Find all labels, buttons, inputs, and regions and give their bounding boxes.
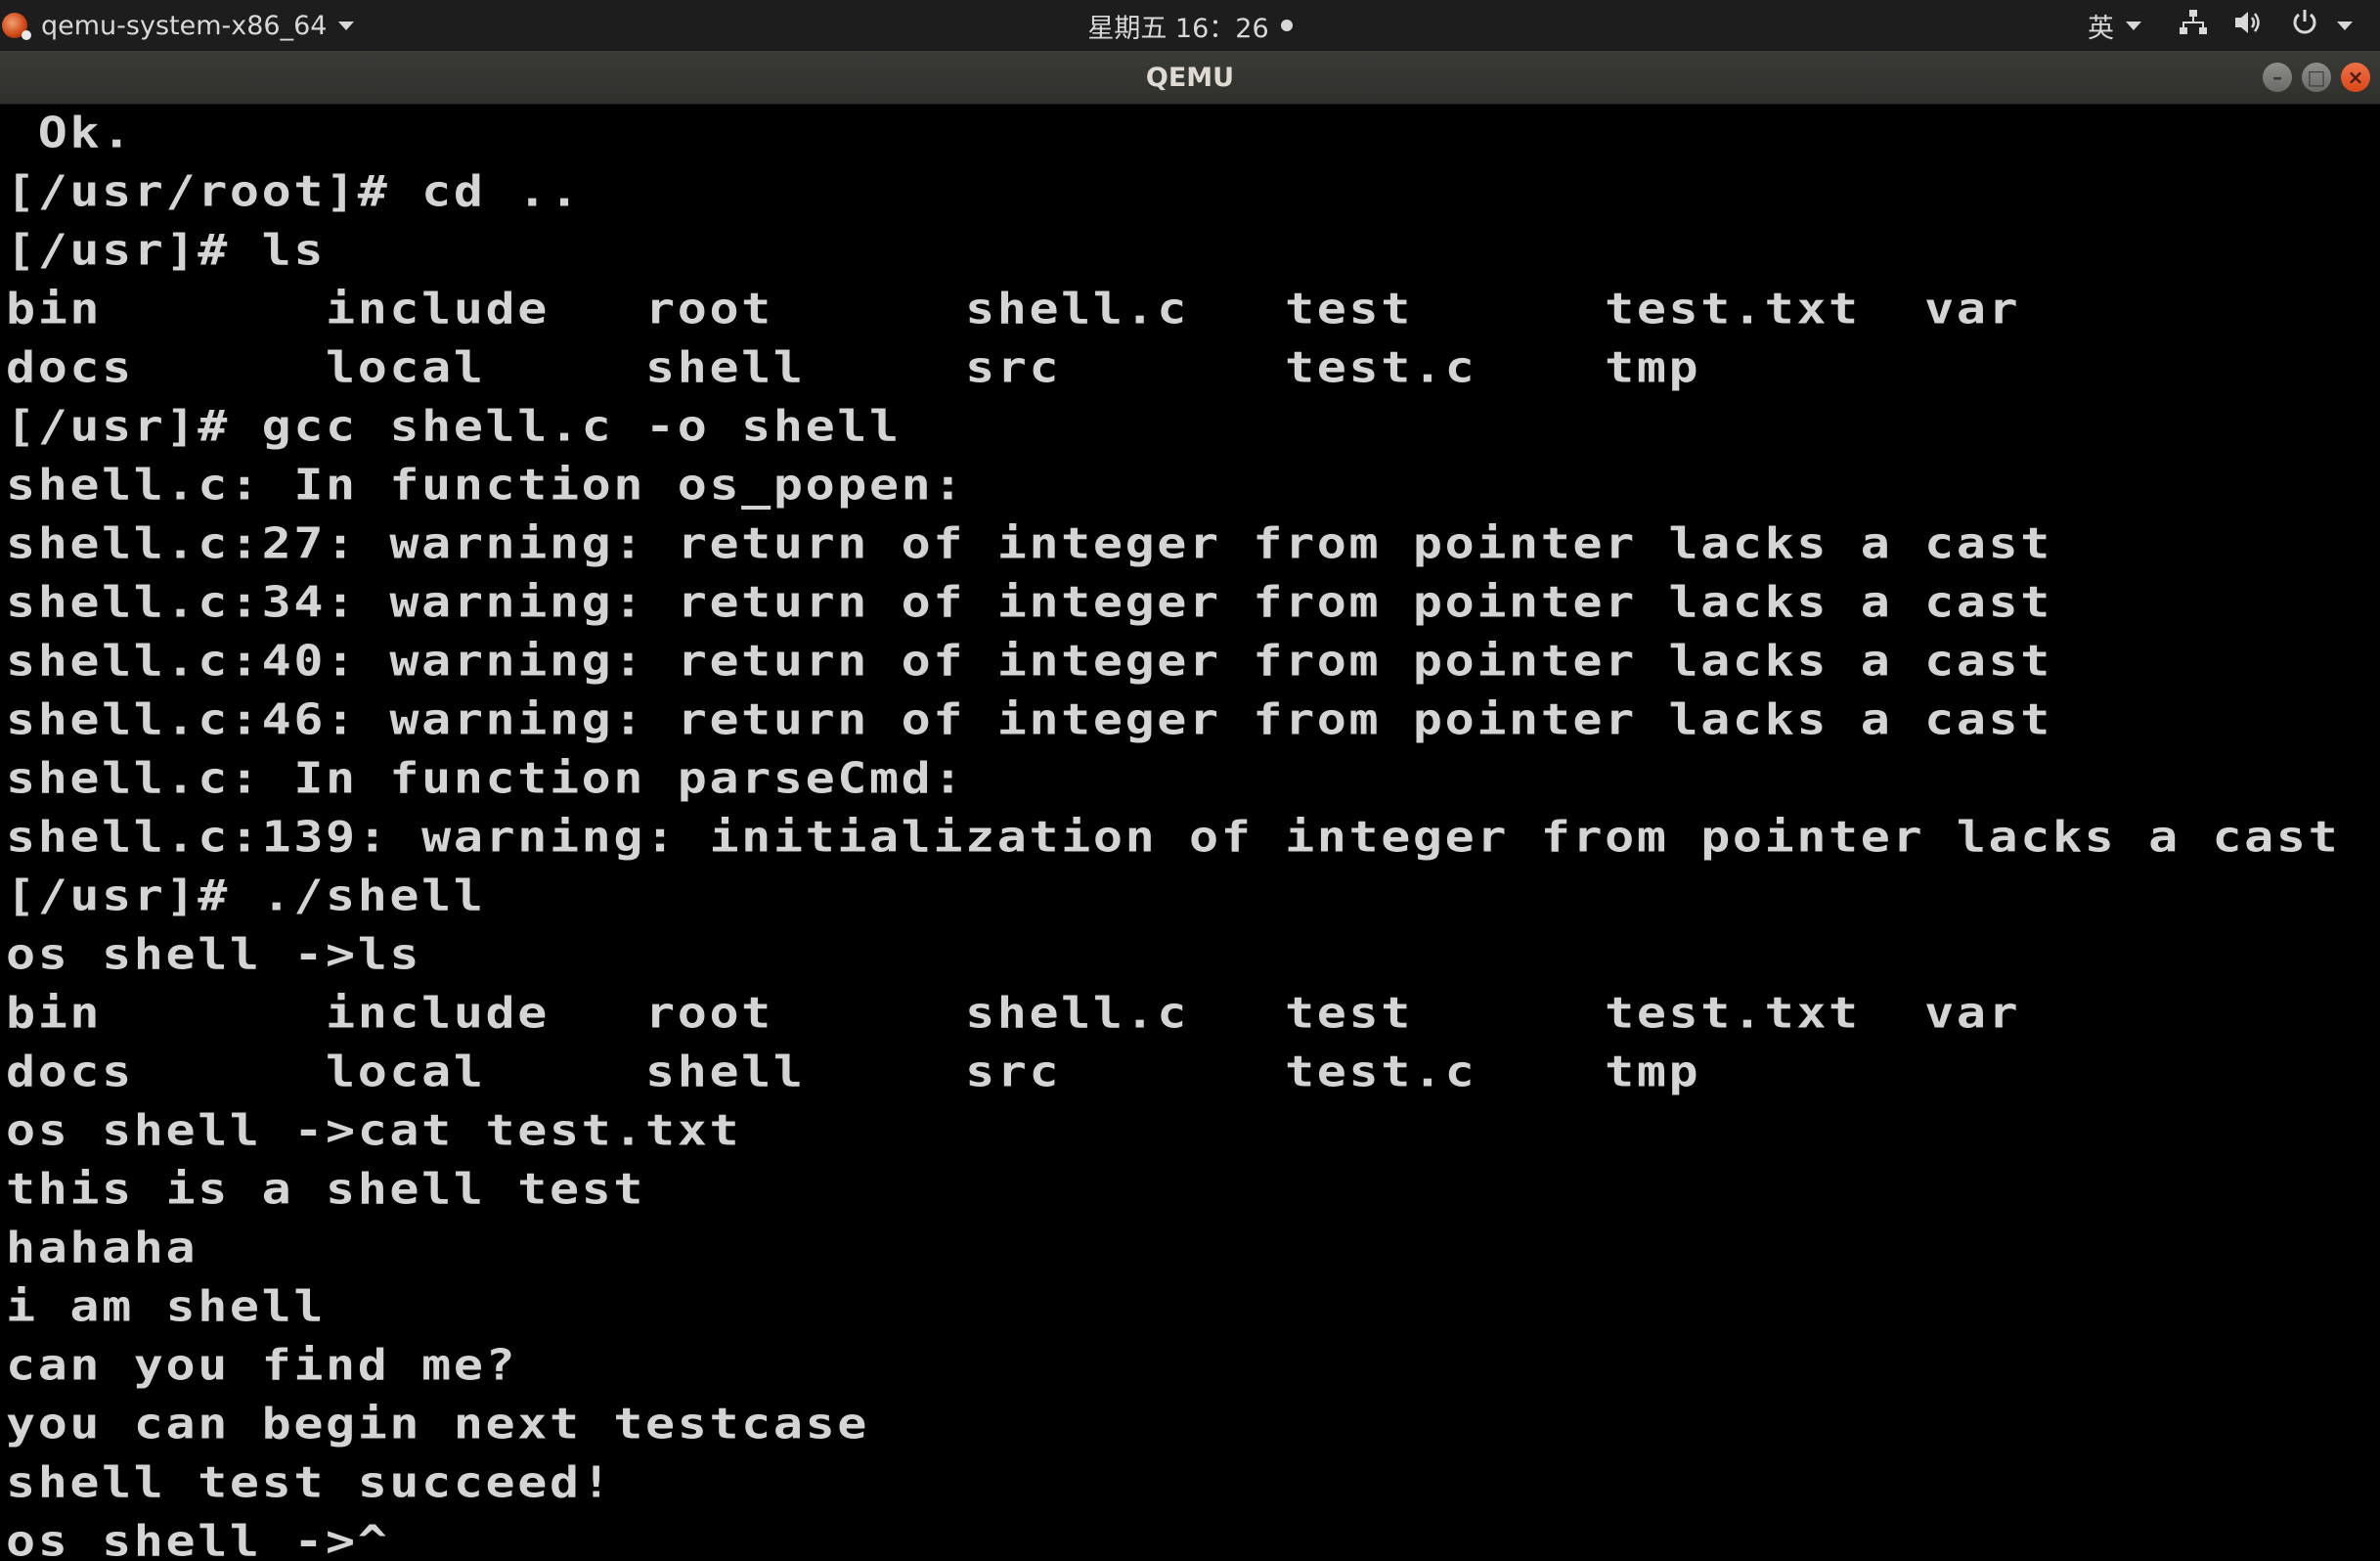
- power-icon: [2290, 8, 2319, 43]
- clock[interactable]: 星期五 16：26: [1087, 7, 1293, 45]
- terminal-line: shell.c:40: warning: return of integer f…: [6, 635, 2052, 686]
- terminal-line: you can begin next testcase: [6, 1398, 869, 1449]
- terminal-line: shell.c:27: warning: return of integer f…: [6, 517, 2052, 568]
- volume-icon: [2233, 8, 2265, 43]
- input-method-label: 英: [2088, 13, 2114, 44]
- maximize-button[interactable]: □: [2302, 63, 2331, 92]
- input-method-menu[interactable]: 英: [2088, 7, 2141, 45]
- terminal-line: os shell ->ls: [6, 928, 422, 979]
- network-icon: [2179, 8, 2208, 43]
- terminal-line: shell.c:46: warning: return of integer f…: [6, 693, 2052, 744]
- chevron-down-icon: [2126, 21, 2141, 30]
- close-icon: ×: [2347, 66, 2364, 89]
- maximize-icon: □: [2307, 66, 2326, 89]
- notification-dot-icon: [1280, 20, 1293, 31]
- terminal-line: shell.c: In function parseCmd:: [6, 752, 966, 803]
- terminal-line: [/usr]# gcc shell.c -o shell: [6, 400, 902, 451]
- terminal-line: Ok.: [6, 107, 134, 157]
- terminal-line: shell.c:139: warning: initialization of …: [6, 811, 2341, 862]
- terminal-line: docs local shell src test.c tmp: [6, 1046, 1701, 1096]
- system-menu[interactable]: [2179, 8, 2353, 43]
- minimize-icon: –: [2272, 66, 2282, 89]
- qemu-console[interactable]: Ok. [/usr/root]# cd .. [/usr]# ls bin in…: [0, 105, 2380, 1561]
- terminal-line: os shell ->cat test.txt: [6, 1104, 742, 1155]
- system-tray: 英: [2088, 0, 2380, 51]
- chevron-down-icon: [2337, 21, 2353, 30]
- terminal-line: shell.c: In function os_popen:: [6, 459, 966, 510]
- window-title: QEMU: [1145, 62, 1235, 93]
- clock-label: 星期五 16：26: [1087, 13, 1269, 44]
- terminal-line: [/usr]# ls: [6, 224, 327, 275]
- qemu-app-icon: [2, 13, 31, 40]
- terminal-line: bin include root shell.c test test.txt v…: [6, 283, 2021, 334]
- app-menu-label: qemu-system-x86_64: [41, 10, 328, 41]
- top-bar: qemu-system-x86_64 星期五 16：26 英: [0, 0, 2380, 51]
- terminal-line: docs local shell src test.c tmp: [6, 341, 1701, 392]
- window-controls: – □ ×: [2253, 51, 2370, 104]
- minimize-button[interactable]: –: [2263, 63, 2292, 92]
- window-titlebar[interactable]: QEMU – □ ×: [0, 51, 2380, 105]
- chevron-down-icon: [338, 21, 355, 30]
- terminal-line: can you find me?: [6, 1339, 518, 1390]
- terminal-line: hahaha: [6, 1222, 198, 1272]
- terminal-line: shell.c:34: warning: return of integer f…: [6, 576, 2052, 627]
- terminal-line: bin include root shell.c test test.txt v…: [6, 987, 2021, 1038]
- terminal-prompt-line: os shell ->^_: [6, 1515, 422, 1561]
- terminal-line: [/usr/root]# cd ..: [6, 165, 582, 216]
- terminal-line: this is a shell test: [6, 1163, 646, 1214]
- terminal-line: i am shell: [6, 1280, 327, 1331]
- terminal-line: [/usr]# ./shell: [6, 870, 486, 920]
- app-menu[interactable]: qemu-system-x86_64: [0, 0, 355, 51]
- close-button[interactable]: ×: [2341, 63, 2370, 92]
- terminal-line: shell test succeed!: [6, 1456, 614, 1507]
